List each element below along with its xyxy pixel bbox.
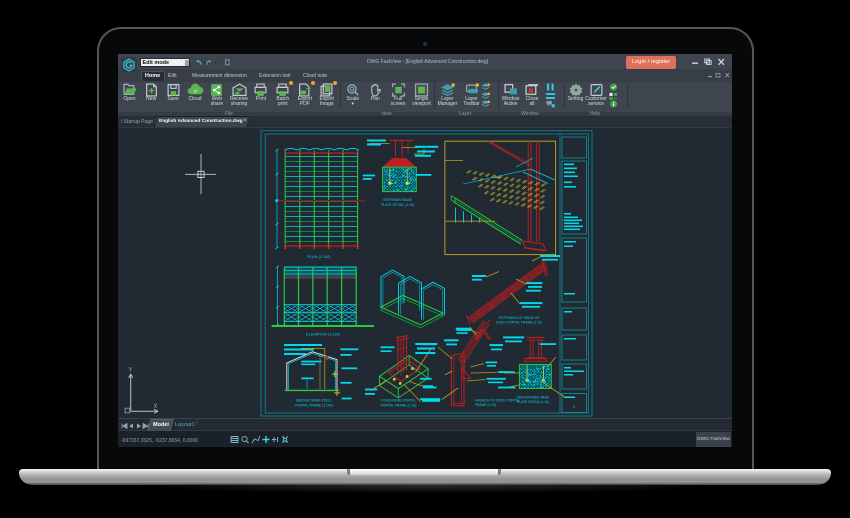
svg-text:1: 1: [573, 404, 576, 409]
svg-text:PLATE DETAIL (1:10): PLATE DETAIL (1:10): [517, 400, 549, 404]
svg-text:MEDIUM SPAN STEEL: MEDIUM SPAN STEEL: [296, 399, 331, 403]
svg-text:X: X: [153, 404, 157, 410]
svg-text:STIFFENING AT RIDGE OF: STIFFENING AT RIDGE OF: [498, 316, 539, 320]
svg-text:PORTAL FRAME (1:10): PORTAL FRAME (1:10): [381, 403, 417, 407]
svg-text:STEEL PORTAL FRAME (1:10): STEEL PORTAL FRAME (1:10): [496, 321, 542, 325]
svg-text:ELEVATION (1:100): ELEVATION (1:100): [306, 333, 341, 337]
svg-text:PLATE DETAIL (1:10): PLATE DETAIL (1:10): [381, 203, 414, 207]
svg-text:HAUNCH TO STEEL PORTAL: HAUNCH TO STEEL PORTAL: [475, 398, 520, 402]
svg-text:FRAME (1:10): FRAME (1:10): [475, 403, 496, 407]
svg-text:FIXED BASE PORTAL: FIXED BASE PORTAL: [381, 399, 415, 403]
svg-text:Y: Y: [128, 368, 132, 374]
svg-text:UNSTIFFENED BASE: UNSTIFFENED BASE: [517, 395, 551, 399]
svg-text:PLAN (1:100): PLAN (1:100): [307, 255, 331, 259]
svg-text:PORTAL FRAME (1:100): PORTAL FRAME (1:100): [295, 403, 333, 407]
svg-text:STIFFENED BASE: STIFFENED BASE: [383, 198, 413, 202]
